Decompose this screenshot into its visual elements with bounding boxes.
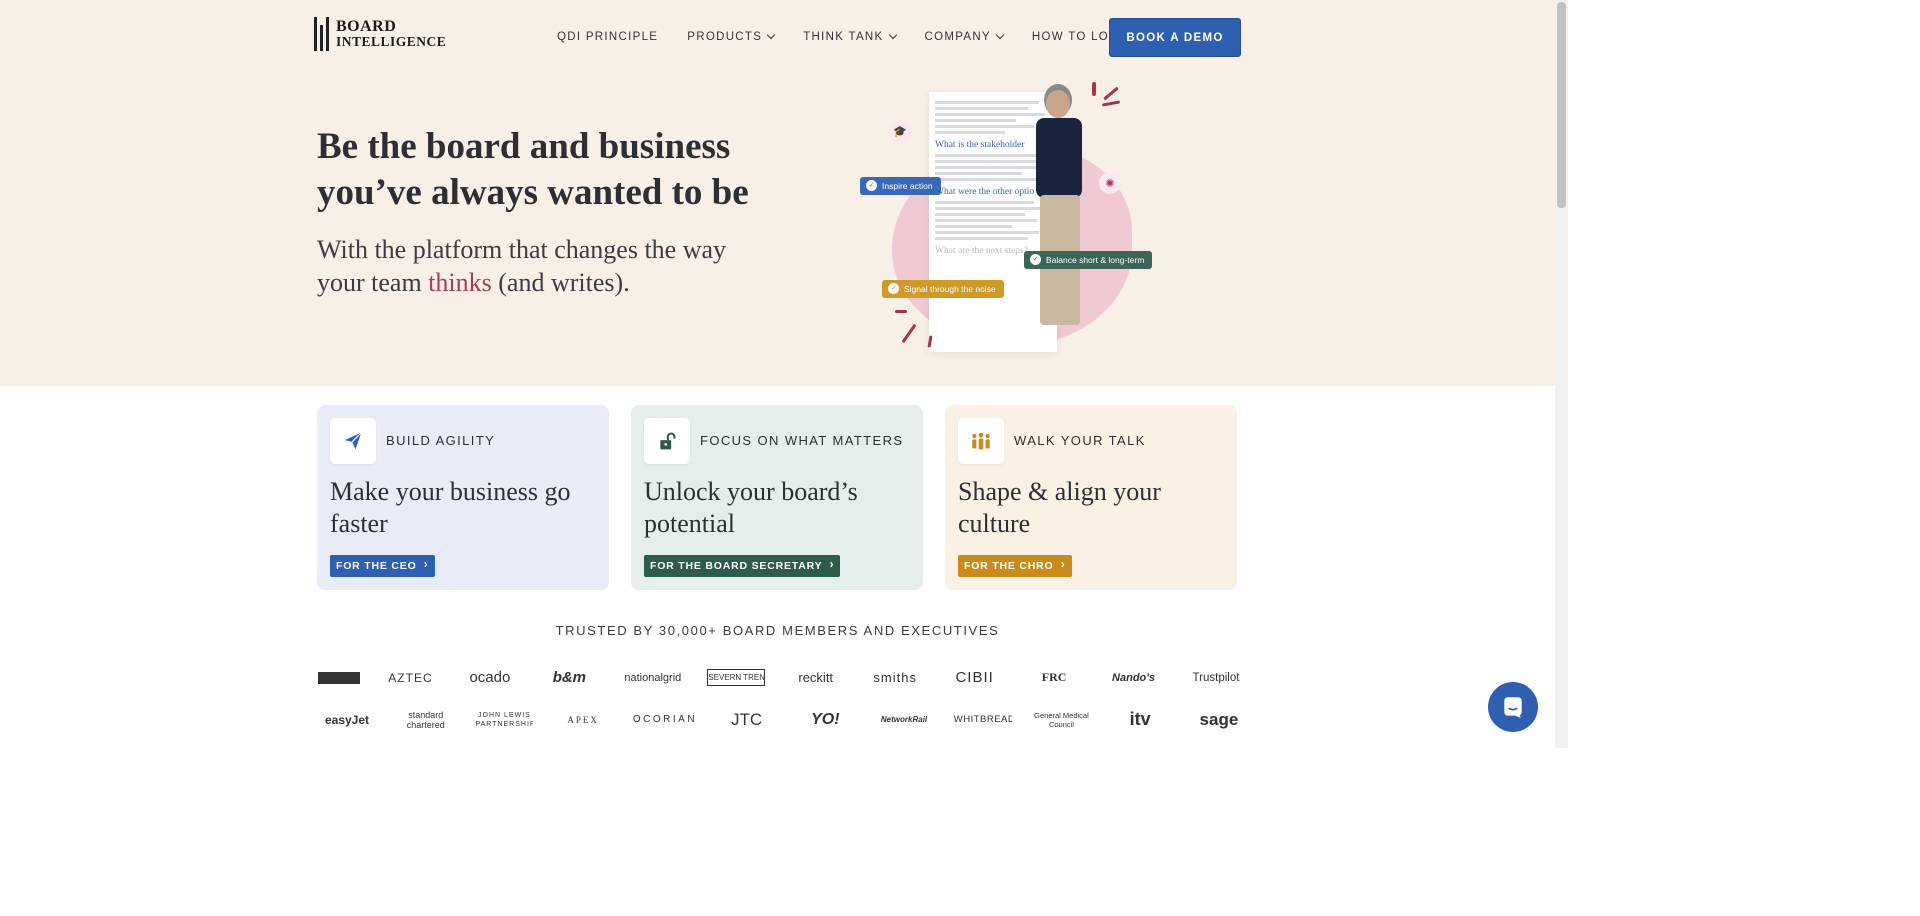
chevron-down-icon [995, 30, 1005, 40]
scrollbar-thumb[interactable] [1557, 2, 1566, 208]
logo-line-2: INTELLIGENCE [336, 34, 447, 49]
book-demo-button[interactable]: BOOK A DEMO [1109, 18, 1241, 57]
client-logo-john-lewis: JOHN LEWIS PARTNERSHIP [475, 711, 534, 728]
chat-launcher-button[interactable] [1488, 682, 1538, 732]
client-logo-sage: sage [1199, 709, 1239, 729]
client-logo-nandos: Nando's [1112, 671, 1155, 684]
client-logo-yo: YO! [811, 710, 840, 728]
hero-highlight-word: thinks [424, 264, 496, 309]
brand-logo[interactable]: BOARD INTELLIGENCE [314, 17, 446, 51]
client-logo-severn-trent: SEVERN TRENT [707, 669, 766, 686]
hero-subtitle: With the platform that changes the way y… [317, 233, 777, 309]
hero-subtitle-end: (and writes). [491, 268, 630, 297]
client-logo-nationalgrid: nationalgrid [624, 671, 682, 684]
logo-line-1: BOARD [336, 18, 397, 35]
page-scrollbar[interactable] [1555, 0, 1568, 748]
accent-dash [1092, 82, 1096, 96]
nav-item-qdi-principle[interactable]: QDI PRINCIPLE [557, 31, 658, 43]
person-torso [1036, 118, 1082, 198]
card-build-agility: BUILD AGILITY Make your business go fast… [317, 405, 609, 590]
businesswoman-figure [1028, 90, 1088, 340]
people-icon [958, 418, 1004, 464]
client-logos-row-2: easyJet standard chartered JOHN LEWIS PA… [318, 709, 1248, 730]
nav-item-products[interactable]: PRODUCTS [687, 30, 776, 43]
hero-illustration: What is the stakeholder What were the ot… [840, 70, 1170, 355]
accent-dash [1103, 86, 1119, 101]
client-logo-cibil: CIBII [955, 669, 994, 686]
hero-background [0, 0, 1555, 386]
for-the-board-secretary-button[interactable]: FOR THE BOARD SECRETARY [644, 555, 841, 577]
nav-item-label: PRODUCTS [687, 31, 763, 43]
client-logo-trustpilot: Trustpilot [1192, 671, 1240, 684]
chat-icon [1504, 697, 1522, 718]
trusted-heading: TRUSTED BY 30,000+ BOARD MEMBERS AND EXE… [555, 623, 1000, 638]
client-logo-easyjet: easyJet [324, 712, 370, 727]
nav-item-company[interactable]: COMPANY [924, 30, 1005, 43]
nav-item-label: THINK TANK [803, 31, 884, 43]
accent-dash [1101, 100, 1121, 107]
main-nav: QDI PRINCIPLE PRODUCTS THINK TANK COMPAN… [540, 18, 1167, 56]
client-logo-standard-chartered: standard chartered [406, 709, 445, 730]
chip-inspire-action: Inspire action [860, 177, 941, 195]
card-tag: BUILD AGILITY [386, 433, 496, 448]
client-logo-frc: FRC [1041, 670, 1067, 684]
for-the-ceo-button[interactable]: FOR THE CEO [330, 555, 435, 577]
client-logo-smiths: smiths [873, 670, 917, 685]
client-logo-itv: itv [1129, 709, 1151, 729]
card-tag: WALK YOUR TALK [1014, 433, 1146, 448]
card-heading: Unlock your board’s potential [644, 477, 858, 538]
client-logo-ocorian: OCORIAN [632, 714, 697, 725]
hero-title: Be the board and business you’ve always … [317, 126, 749, 213]
client-logo-apex: APEX [567, 714, 599, 725]
client-logo-gmc: General Medical Council [1034, 710, 1089, 729]
nav-item-label: COMPANY [924, 31, 991, 43]
logo-mark-icon [314, 17, 329, 51]
lightbulb-icon: ✺ [1099, 172, 1121, 194]
chip-balance: Balance short & long-term [1024, 251, 1153, 269]
client-logo-reckitt: reckitt [798, 670, 834, 685]
chip-signal: Signal through the noise [882, 280, 1004, 298]
client-logo-1 [318, 671, 360, 684]
client-logo-networkrail: NetworkRail [880, 715, 928, 724]
card-heading: Shape & align your culture [958, 477, 1161, 538]
client-logo-whitbread: WHITBREAD [953, 714, 1012, 725]
unlock-icon [644, 418, 690, 464]
logo-text: BOARD INTELLIGENCE [336, 18, 447, 50]
client-logo-ocado: ocado [469, 669, 511, 686]
nav-item-label: QDI PRINCIPLE [557, 31, 659, 43]
client-logo-aztec: AZTEC [388, 670, 433, 685]
for-the-chro-button[interactable]: FOR THE CHRO [958, 555, 1072, 577]
card-walk-your-talk: WALK YOUR TALK Shape & align your cultur… [945, 405, 1237, 590]
client-logo-jtc: JTC [731, 709, 763, 729]
nav-item-think-tank[interactable]: THINK TANK [803, 30, 897, 43]
client-logos-row-1: AZTEC ocado b&m nationalgrid SEVERN TREN… [318, 669, 1248, 686]
chevron-down-icon [888, 30, 897, 40]
chevron-down-icon [766, 30, 776, 40]
card-tag: FOCUS ON WHAT MATTERS [700, 433, 904, 448]
accent-dash [895, 310, 907, 313]
graduation-cap-icon: 🎓 [889, 120, 911, 142]
card-heading: Make your business go faster [330, 477, 571, 538]
person-head [1046, 90, 1070, 118]
card-focus: FOCUS ON WHAT MATTERS Unlock your board’… [631, 405, 923, 590]
value-cards: BUILD AGILITY Make your business go fast… [317, 405, 1237, 590]
accent-dash [901, 323, 917, 344]
paper-plane-icon [330, 418, 376, 464]
client-logo-bm: b&m [552, 669, 587, 686]
